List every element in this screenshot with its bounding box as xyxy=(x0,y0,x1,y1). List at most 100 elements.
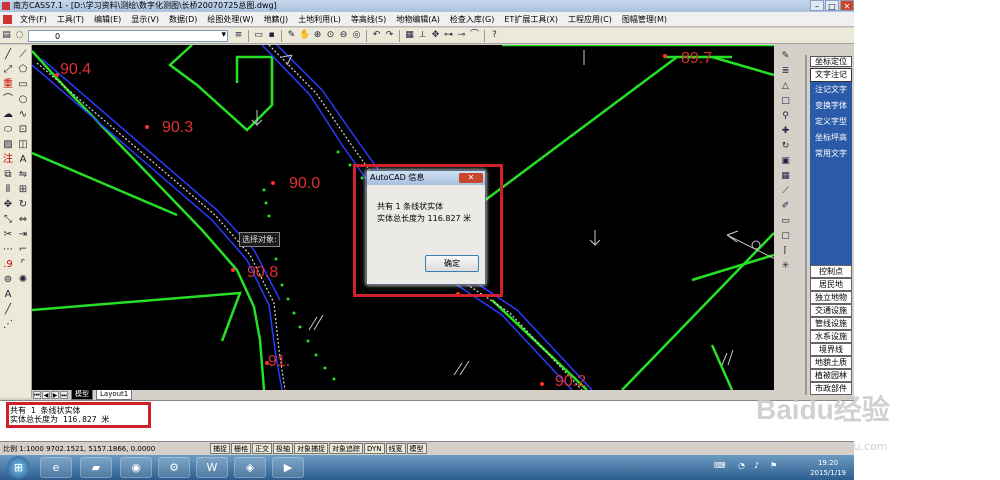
menu-item-change-font[interactable]: 变换字体 xyxy=(810,98,852,114)
polar-toggle[interactable]: 极轴 xyxy=(273,443,293,454)
arc-tool-icon[interactable]: ⌒ xyxy=(2,94,14,106)
menu-edit[interactable]: 编辑(E) xyxy=(89,12,126,26)
triangle-icon[interactable]: △ xyxy=(779,80,792,92)
lightbulb-icon[interactable]: ◌ xyxy=(14,30,25,41)
layers-icon[interactable]: ≣ xyxy=(779,65,792,77)
keyboard-icon[interactable]: ⌨ xyxy=(714,461,726,470)
grid-icon[interactable]: ▦ xyxy=(404,30,415,41)
menu-contour[interactable]: 等高线(S) xyxy=(346,12,391,26)
redo-icon[interactable]: ↷ xyxy=(384,30,395,41)
brush-icon[interactable]: ✐ xyxy=(779,200,792,212)
circle-tool-icon[interactable]: ○ xyxy=(17,94,29,106)
menu-check[interactable]: 检查入库(G) xyxy=(445,12,499,26)
category-pipeline[interactable]: 管线设施 xyxy=(810,317,852,330)
menu-engineering[interactable]: 工程应用(C) xyxy=(563,12,617,26)
command-window[interactable]: 共有 1 条线状实体 实体总长度为 116.827 米 xyxy=(0,400,854,441)
spline-tool-icon[interactable]: ∿ xyxy=(17,109,29,121)
menu-feature-edit[interactable]: 地物编辑(A) xyxy=(391,12,445,26)
menu-item-common-text[interactable]: 常用文字 xyxy=(810,146,852,162)
fillet-tool-icon[interactable]: ⌜ xyxy=(17,259,29,271)
magic-icon[interactable]: ✳ xyxy=(779,260,792,272)
mirror-tool-icon[interactable]: ⇋ xyxy=(17,169,29,181)
region-tool-icon[interactable]: ◫ xyxy=(17,139,29,151)
array-tool-icon[interactable]: ⊞ xyxy=(17,184,29,196)
frame-icon[interactable]: ▣ xyxy=(779,155,792,167)
insert-block-icon[interactable]: ⊡ xyxy=(17,124,29,136)
construction-line-icon[interactable]: ⤢ xyxy=(2,64,14,76)
coordinate-locate-button[interactable]: 坐标定位 xyxy=(810,56,852,67)
next-tab-icon[interactable]: ▶ xyxy=(51,391,59,399)
target-tool-icon[interactable]: ⊚ xyxy=(2,274,14,286)
menu-tools[interactable]: 工具(T) xyxy=(52,12,89,26)
category-vegetation[interactable]: 植被园林 xyxy=(810,369,852,382)
text-zhu-icon[interactable]: 注 xyxy=(2,154,14,166)
mtext-tool-icon[interactable]: A xyxy=(17,154,29,166)
category-landform[interactable]: 地貌土质 xyxy=(810,356,852,369)
otrack-toggle[interactable]: 对象追踪 xyxy=(329,443,363,454)
menu-data[interactable]: 数据(D) xyxy=(164,12,202,26)
polyline-tool-icon[interactable]: ⟋ xyxy=(17,49,29,61)
prev-tab-icon[interactable]: ◀ xyxy=(42,391,50,399)
last-tab-icon[interactable]: ⏭ xyxy=(60,391,68,399)
hatch-tool-icon[interactable]: ▨ xyxy=(2,139,14,151)
category-water[interactable]: 水系设施 xyxy=(810,330,852,343)
category-boundary[interactable]: 境界线 xyxy=(810,343,852,356)
pin-icon[interactable]: ⚲ xyxy=(779,110,792,122)
explode-tool-icon[interactable]: ✺ xyxy=(17,274,29,286)
layer-manager-icon[interactable]: ▤ xyxy=(1,30,12,41)
pencil-icon[interactable]: ✎ xyxy=(286,30,297,41)
settings-icon[interactable]: ⚙ xyxy=(158,457,190,478)
stretch-tool-icon[interactable]: ⇔ xyxy=(17,214,29,226)
slope-icon[interactable]: ⟋ xyxy=(779,185,792,197)
help-icon[interactable]: ? xyxy=(489,30,500,41)
block-icon[interactable]: ▭ xyxy=(779,215,792,227)
menu-et-tools[interactable]: ET扩展工具(X) xyxy=(499,12,563,26)
point-9-icon[interactable]: .9 xyxy=(2,259,14,271)
rectangle-tool-icon[interactable]: ▭ xyxy=(17,79,29,91)
category-independent[interactable]: 独立地物 xyxy=(810,291,852,304)
offset-tool-icon[interactable]: ⫴ xyxy=(2,184,14,196)
model-toggle[interactable]: 模型 xyxy=(406,443,427,454)
dashed-line-icon[interactable]: ⋰ xyxy=(2,319,14,331)
zoom-window-icon[interactable]: ⊙ xyxy=(325,30,336,41)
box-icon[interactable]: ▢ xyxy=(779,230,792,242)
undo-icon[interactable]: ↶ xyxy=(371,30,382,41)
snap-toggle[interactable]: 捕捉 xyxy=(210,443,230,454)
dyn-toggle[interactable]: DYN xyxy=(364,443,385,454)
browser-icon[interactable]: ◉ xyxy=(120,457,152,478)
grid-toggle[interactable]: 栅格 xyxy=(231,443,251,454)
line-icon[interactable]: ⊸ xyxy=(456,30,467,41)
start-button[interactable]: ⊞ xyxy=(7,456,30,479)
menu-cadastre[interactable]: 地籍(J) xyxy=(259,12,294,26)
zoom-previous-icon[interactable]: ⊖ xyxy=(338,30,349,41)
menu-item-coord-elevation[interactable]: 坐标坪高 xyxy=(810,130,852,146)
cross-icon[interactable]: ✚ xyxy=(779,125,792,137)
first-tab-icon[interactable]: ⏮ xyxy=(33,391,41,399)
text-a-icon[interactable]: A xyxy=(2,289,14,301)
properties-icon[interactable]: ≡ xyxy=(233,30,244,41)
menu-sheet[interactable]: 图幅管理(M) xyxy=(617,12,672,26)
pen-icon[interactable]: ✎ xyxy=(779,50,792,62)
ellipse-tool-icon[interactable]: ⬭ xyxy=(2,124,14,136)
pan-icon[interactable]: ✋ xyxy=(299,30,310,41)
minimize-button[interactable]: – xyxy=(810,0,824,11)
menu-item-annotate-text[interactable]: 注记文字 xyxy=(810,82,852,98)
category-traffic[interactable]: 交通设施 xyxy=(810,304,852,317)
lineweight-toggle[interactable]: 线宽 xyxy=(385,443,406,454)
explorer-icon[interactable]: ▰ xyxy=(80,457,112,478)
word-icon[interactable]: W xyxy=(196,457,228,478)
open-icon[interactable]: ▭ xyxy=(253,30,264,41)
tab-layout1[interactable]: Layout1 xyxy=(96,390,133,400)
category-control-point[interactable]: 控制点 xyxy=(810,265,852,278)
network-icon[interactable]: ◔ xyxy=(738,461,745,470)
scale-tool-icon[interactable]: ⤡ xyxy=(2,214,14,226)
square-icon[interactable]: □ xyxy=(779,95,792,107)
layer-combo[interactable]: 0 xyxy=(28,29,228,42)
menu-item-text-annotation[interactable]: 文字注记 xyxy=(810,68,852,82)
polygon-tool-icon[interactable]: ⬠ xyxy=(17,64,29,76)
ortho-toggle[interactable]: 正交 xyxy=(252,443,272,454)
trim-tool-icon[interactable]: ✂ xyxy=(2,229,14,241)
maximize-button[interactable]: □ xyxy=(825,0,839,11)
menu-land-use[interactable]: 土地利用(L) xyxy=(293,12,346,26)
close-button[interactable]: ✕ xyxy=(840,0,854,11)
